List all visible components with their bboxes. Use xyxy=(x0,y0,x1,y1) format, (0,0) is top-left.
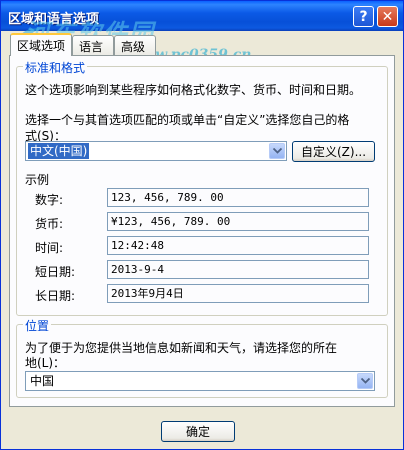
region-language-dialog: 区域和语言选项 ? ✕ 河东软件园 www.pc0359.cn 区域选项 语言 … xyxy=(0,0,404,450)
sample-value-time: 12:42:48 xyxy=(107,236,369,255)
sample-value-short-date: 2013-9-4 xyxy=(107,260,369,279)
standards-instruction-1: 选择一个与其首选项匹配的项或单击“自定义”选择您自己的格 xyxy=(25,113,350,127)
tab-languages[interactable]: 语言 xyxy=(72,35,114,55)
sample-label-long-date: 长日期: xyxy=(35,289,76,303)
standards-description: 这个选项影响到某些程序如何格式化数字、货币、时间和日期。 xyxy=(25,83,362,97)
help-button[interactable]: ? xyxy=(353,6,374,27)
locale-select[interactable]: 中文(中国) xyxy=(25,141,287,161)
samples-title: 示例 xyxy=(25,173,50,187)
location-group-title: 位置 xyxy=(23,317,52,334)
location-select-value: 中国 xyxy=(30,374,55,388)
sample-label-short-date: 短日期: xyxy=(35,265,76,279)
chevron-down-icon[interactable] xyxy=(269,143,285,159)
close-button[interactable]: ✕ xyxy=(377,6,398,27)
title-bar[interactable]: 区域和语言选项 ? ✕ xyxy=(1,1,403,31)
sample-label-time: 时间: xyxy=(35,241,64,255)
location-group: 位置 为了便于为您提供当地信息如新闻和天气，请选择您的所在 地(L)： 中国 xyxy=(16,317,388,398)
sample-value-number: 123, 456, 789. 00 xyxy=(107,188,369,207)
ok-button[interactable]: 确定 xyxy=(161,421,235,442)
customize-button[interactable]: 自定义(Z)... xyxy=(292,141,375,162)
chevron-down-icon[interactable] xyxy=(357,373,373,389)
location-description-2: 地(L)： xyxy=(25,356,66,370)
sample-value-long-date: 2013年9月4日 xyxy=(107,284,369,303)
standards-group-title: 标准和格式 xyxy=(23,59,88,76)
tab-panel: 标准和格式 这个选项影响到某些程序如何格式化数字、货币、时间和日期。 选择一个与… xyxy=(9,55,395,407)
tab-regional-options[interactable]: 区域选项 xyxy=(10,33,72,56)
locale-select-value: 中文(中国) xyxy=(28,143,90,159)
sample-label-number: 数字: xyxy=(35,193,64,207)
location-select[interactable]: 中国 xyxy=(25,371,375,391)
standards-group: 标准和格式 这个选项影响到某些程序如何格式化数字、货币、时间和日期。 选择一个与… xyxy=(16,59,388,316)
location-description-1: 为了便于为您提供当地信息如新闻和天气，请选择您的所在 xyxy=(25,341,338,355)
sample-label-currency: 货币: xyxy=(35,217,64,231)
window-title: 区域和语言选项 xyxy=(8,12,100,27)
tab-advanced[interactable]: 高级 xyxy=(114,35,156,55)
sample-value-currency: ¥123, 456, 789. 00 xyxy=(107,212,369,231)
